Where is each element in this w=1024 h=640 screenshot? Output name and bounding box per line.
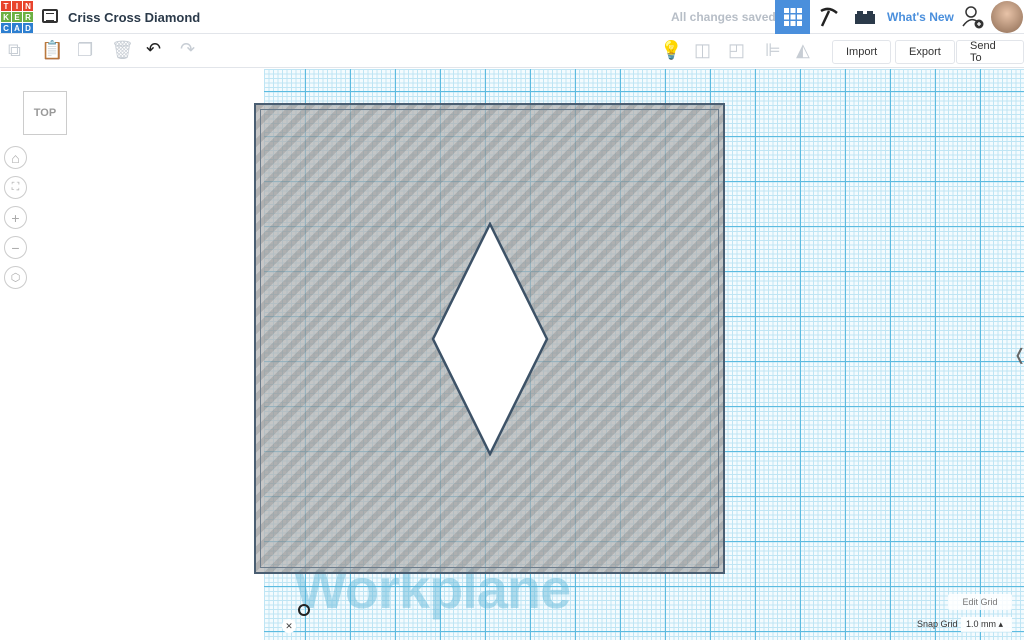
home-view-button[interactable]: ⌂ [4, 146, 27, 169]
duplicate-icon[interactable]: ❐ [77, 40, 93, 61]
top-bar: TIN KER CAD Criss Cross Diamond All change… [0, 0, 1024, 34]
logo-letter: N [23, 1, 33, 11]
zoom-out-button[interactable]: − [4, 236, 27, 259]
logo-letter: T [1, 1, 11, 11]
fit-view-button[interactable]: ⛶ [4, 176, 27, 199]
fit-icon: ⛶ [11, 181, 20, 193]
brick-icon [855, 11, 875, 24]
perspective-button[interactable]: ⬡ [4, 266, 27, 289]
logo-letter: D [23, 23, 33, 33]
group-icon[interactable]: ◫ [694, 40, 711, 61]
undo-icon[interactable]: ↶ [146, 39, 161, 60]
home-icon: ⌂ [11, 149, 20, 166]
paste-icon[interactable]: 📋 [41, 40, 63, 61]
ungroup-icon[interactable]: ◰ [728, 40, 745, 61]
logo-letter: C [1, 23, 11, 33]
user-avatar[interactable] [991, 1, 1023, 33]
edit-grid-button[interactable]: Edit Grid [948, 594, 1012, 610]
logo-letter: A [12, 23, 22, 33]
delete-icon[interactable]: 🗑 [111, 40, 134, 61]
export-button[interactable]: Export [895, 40, 955, 64]
plus-icon: + [11, 209, 20, 226]
lego-button[interactable] [848, 0, 882, 34]
minus-icon: − [11, 239, 20, 256]
collapse-panel-chevron-icon[interactable]: ❬ [1013, 345, 1024, 365]
align-icon[interactable]: ⊫ [765, 40, 781, 61]
diamond-hole-shape[interactable] [430, 222, 550, 456]
minecraft-button[interactable] [812, 0, 846, 34]
add-user-button[interactable] [956, 0, 990, 34]
close-ruler-button[interactable]: ✕ [282, 619, 296, 633]
zoom-in-button[interactable]: + [4, 206, 27, 229]
lightbulb-icon[interactable]: 💡 [660, 40, 682, 61]
add-user-icon [962, 6, 984, 29]
import-button[interactable]: Import [832, 40, 892, 64]
logo-letter: E [12, 12, 22, 22]
logo-letter: R [23, 12, 33, 22]
send-to-button[interactable]: Send To [956, 40, 1024, 64]
copy-icon[interactable]: ⧉ [8, 40, 21, 61]
mirror-icon[interactable]: ◭ [796, 40, 810, 61]
logo-letter: K [1, 12, 11, 22]
view-cube-top[interactable]: TOP [23, 91, 67, 135]
cube-icon: ⬡ [10, 272, 21, 284]
3d-view-button[interactable] [775, 0, 810, 34]
save-status: All changes saved [671, 10, 776, 24]
origin-marker [298, 604, 310, 616]
snap-grid-label: Snap Grid [917, 619, 958, 629]
design-title[interactable]: Criss Cross Diamond [68, 10, 200, 25]
redo-icon[interactable]: ↷ [180, 39, 195, 60]
grid-icon [783, 8, 802, 26]
logo-letter: I [12, 1, 22, 11]
tinkercad-logo[interactable]: TIN KER CAD [1, 1, 33, 33]
pickaxe-icon [820, 7, 838, 27]
whats-new-link[interactable]: What's New [887, 0, 954, 34]
design-list-icon[interactable] [42, 9, 58, 23]
edit-toolbar: ⧉ 📋 ❐ 🗑 ↶ ↷ 💡 ◫ ◰ ⊫ ◭ Import Export Send… [0, 35, 1024, 68]
snap-grid-select[interactable]: 1.0 mm ▴ [961, 617, 1012, 632]
